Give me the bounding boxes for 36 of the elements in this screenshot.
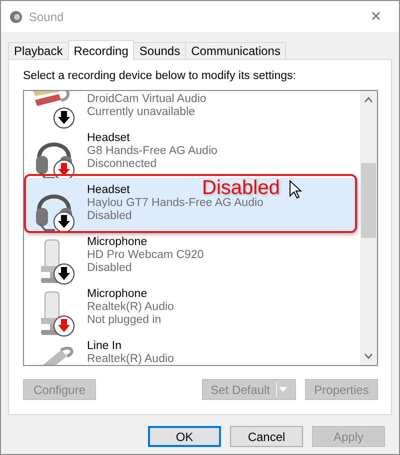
- device-status: Currently unavailable: [87, 106, 196, 119]
- device-description: Realtek(R) Audio: [87, 353, 174, 365]
- tab[interactable]: Playback: [8, 42, 69, 59]
- device-description: DroidCam Virtual Audio: [87, 93, 206, 106]
- device-description: HD Pro Webcam C920: [87, 249, 204, 262]
- device-name: Microphone: [87, 288, 148, 301]
- speaker-icon: [9, 10, 23, 24]
- device-name: Line In: [87, 340, 122, 353]
- device-status: Disabled: [87, 210, 132, 223]
- dialog-button[interactable]: OK: [148, 426, 221, 447]
- close-button[interactable]: ✕: [353, 1, 399, 32]
- device-status: Disconnected: [87, 158, 157, 171]
- device-description: Haylou GT7 Hands-Free AG Audio: [87, 197, 264, 210]
- dialog-button[interactable]: Cancel: [230, 426, 303, 447]
- tab[interactable]: Recording: [68, 40, 134, 60]
- device-row[interactable]: DroidCam Virtual Audio Currently unavailable: [26, 91, 358, 126]
- annotation-label: Disabled: [202, 178, 280, 198]
- rca-icon: [31, 91, 77, 130]
- device-row[interactable]: Microphone HD Pro Webcam C920 Disabled: [26, 230, 358, 282]
- device-name: Headset: [87, 132, 130, 145]
- scrollbar[interactable]: [360, 91, 377, 365]
- device-description: G8 Hands-Free AG Audio: [87, 145, 218, 158]
- scroll-down-icon[interactable]: [364, 353, 373, 359]
- device-row[interactable]: Line In Realtek(R) Audio: [26, 334, 358, 365]
- instruction-text: Select a recording device below to modify its settings:: [23, 70, 297, 82]
- tab[interactable]: Communications: [185, 42, 286, 59]
- scroll-up-icon[interactable]: [364, 97, 373, 103]
- device-row[interactable]: Microphone Realtek(R) Audio Not plugged in: [26, 282, 358, 334]
- device-name: Headset: [87, 184, 130, 197]
- device-name: Microphone: [87, 236, 148, 249]
- cursor-icon: [289, 180, 302, 199]
- scroll-thumb[interactable]: [361, 163, 376, 238]
- device-description: Realtek(R) Audio: [87, 301, 174, 314]
- window-title: Sound: [29, 10, 65, 24]
- device-status: Not plugged in: [87, 314, 162, 327]
- device-status: Disabled: [87, 262, 132, 275]
